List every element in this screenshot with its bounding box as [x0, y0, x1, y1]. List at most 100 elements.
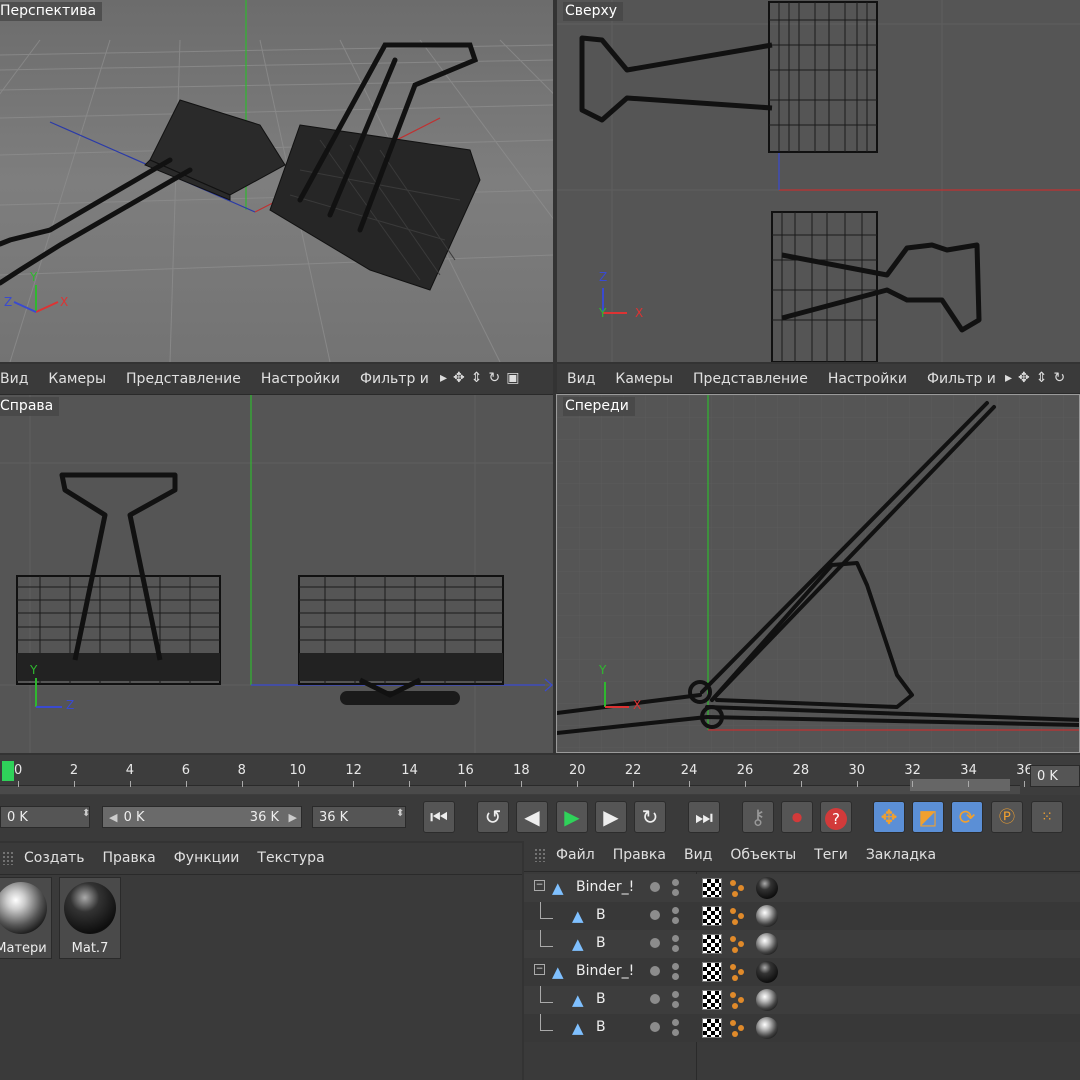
object-name[interactable]: B: [596, 907, 606, 923]
visibility-dot-icon[interactable]: [650, 882, 660, 892]
texture-tag-icon[interactable]: [702, 962, 722, 982]
material-tag-icon[interactable]: [756, 877, 778, 899]
object-name[interactable]: Binder_!: [576, 963, 634, 979]
param-tool-icon[interactable]: Ⓟ: [991, 801, 1023, 833]
editor-visibility-icon[interactable]: [672, 1019, 679, 1026]
rotate-icon[interactable]: ↻: [1054, 370, 1066, 386]
range-left-arrow-icon[interactable]: ◀: [109, 811, 117, 824]
menu-options[interactable]: Настройки: [828, 371, 907, 387]
menu-display[interactable]: Представление: [126, 371, 241, 387]
grid-dots-icon[interactable]: ⁙: [1031, 801, 1063, 833]
visibility-dot-icon[interactable]: [650, 1022, 660, 1032]
texture-tag-icon[interactable]: [702, 1018, 722, 1038]
menu-options[interactable]: Настройки: [261, 371, 340, 387]
record-button[interactable]: ⏺: [781, 801, 813, 833]
prev-key-button[interactable]: ↺: [477, 801, 509, 833]
playhead[interactable]: [2, 761, 14, 781]
menu-cameras[interactable]: Камеры: [48, 371, 106, 387]
material-tag-icon[interactable]: [756, 933, 778, 955]
stepper-icon[interactable]: ⬍: [396, 808, 404, 819]
right-viewport[interactable]: Y Z Справа: [0, 395, 553, 753]
expand-toggle-icon[interactable]: −: [534, 880, 545, 891]
menu-texture[interactable]: Текстура: [257, 850, 324, 866]
move-tool-icon[interactable]: ✥: [873, 801, 905, 833]
viewport-title[interactable]: Перспектива: [0, 2, 103, 21]
object-row[interactable]: − ▲ Binder_!: [524, 874, 1080, 902]
go-to-end-button[interactable]: ⏭: [688, 801, 720, 833]
expand-toggle-icon[interactable]: −: [534, 964, 545, 975]
menu-objects[interactable]: Объекты: [730, 847, 796, 863]
scale-tool-icon[interactable]: ◩: [912, 801, 944, 833]
rotate-tool-icon[interactable]: ⟳: [951, 801, 983, 833]
material-swatch[interactable]: Матери: [0, 877, 52, 959]
range-right-arrow-icon[interactable]: ▶: [289, 807, 297, 829]
render-visibility-icon[interactable]: [672, 889, 679, 896]
object-row[interactable]: − ▲ Binder_!: [524, 958, 1080, 986]
menu-edit[interactable]: Правка: [613, 847, 666, 863]
object-row[interactable]: ▲ B: [524, 986, 1080, 1014]
texture-tag-icon[interactable]: [702, 934, 722, 954]
editor-visibility-icon[interactable]: [672, 879, 679, 886]
render-visibility-icon[interactable]: [672, 973, 679, 980]
start-frame-field[interactable]: 0 K: [0, 806, 90, 828]
timeline-ruler[interactable]: 0 2 4 6 8 10 12 14 16 18 20 22 24 26 28 30 32 34 36 0 K: [0, 755, 1080, 795]
editor-visibility-icon[interactable]: [672, 991, 679, 998]
rotate-icon[interactable]: ↻: [489, 370, 501, 386]
object-row[interactable]: ▲ B: [524, 930, 1080, 958]
play-button[interactable]: ▶: [556, 801, 588, 833]
render-visibility-icon[interactable]: [672, 1001, 679, 1008]
keyframe-icon[interactable]: ⚷: [742, 801, 774, 833]
texture-tag-icon[interactable]: [702, 990, 722, 1010]
menu-display[interactable]: Представление: [693, 371, 808, 387]
front-viewport[interactable]: Y X Спереди: [556, 394, 1080, 753]
visibility-dot-icon[interactable]: [650, 966, 660, 976]
menu-view[interactable]: Вид: [567, 371, 595, 387]
phong-tag-icon[interactable]: [728, 990, 748, 1010]
render-visibility-icon[interactable]: [672, 917, 679, 924]
texture-tag-icon[interactable]: [702, 878, 722, 898]
editor-visibility-icon[interactable]: [672, 935, 679, 942]
go-to-start-button[interactable]: ⏮: [423, 801, 455, 833]
menu-tags[interactable]: Теги: [814, 847, 848, 863]
range-slider[interactable]: ◀ 0 K 36 K ▶: [102, 806, 302, 828]
viewport-title[interactable]: Сверху: [563, 2, 624, 21]
object-name[interactable]: B: [596, 991, 606, 1007]
play-arrow-icon[interactable]: ▸: [440, 370, 447, 386]
menu-cameras[interactable]: Камеры: [615, 371, 673, 387]
material-tag-icon[interactable]: [756, 1017, 778, 1039]
material-tag-icon[interactable]: [756, 989, 778, 1011]
visibility-dot-icon[interactable]: [650, 938, 660, 948]
menu-view[interactable]: Вид: [0, 371, 28, 387]
menu-edit[interactable]: Правка: [102, 850, 155, 866]
move-icon[interactable]: ✥: [453, 370, 465, 386]
perspective-viewport[interactable]: Y X Z Перспектива: [0, 0, 553, 362]
menu-filter[interactable]: Фильтр и: [927, 371, 996, 387]
texture-tag-icon[interactable]: [702, 906, 722, 926]
phong-tag-icon[interactable]: [728, 906, 748, 926]
end-frame-field[interactable]: 36 K: [312, 806, 406, 828]
object-row[interactable]: ▲ B: [524, 1014, 1080, 1042]
object-name[interactable]: Binder_!: [576, 879, 634, 895]
phong-tag-icon[interactable]: [728, 934, 748, 954]
phong-tag-icon[interactable]: [728, 962, 748, 982]
visibility-dot-icon[interactable]: [650, 994, 660, 1004]
render-visibility-icon[interactable]: [672, 945, 679, 952]
menu-functions[interactable]: Функции: [174, 850, 240, 866]
maximize-icon[interactable]: ▣: [506, 370, 519, 386]
panel-grip-icon[interactable]: [534, 848, 546, 862]
menu-view[interactable]: Вид: [684, 847, 712, 863]
render-visibility-icon[interactable]: [672, 1029, 679, 1036]
updown-icon[interactable]: ⇕: [471, 370, 483, 386]
play-arrow-icon[interactable]: ▸: [1005, 370, 1012, 386]
visibility-dot-icon[interactable]: [650, 910, 660, 920]
current-frame-field[interactable]: 0 K: [1030, 765, 1080, 787]
stepper-icon[interactable]: ⬍: [82, 808, 90, 819]
material-tag-icon[interactable]: [756, 905, 778, 927]
object-name[interactable]: B: [596, 935, 606, 951]
panel-grip-icon[interactable]: [2, 851, 14, 865]
viewport-title[interactable]: Справа: [0, 397, 60, 416]
material-tag-icon[interactable]: [756, 961, 778, 983]
phong-tag-icon[interactable]: [728, 1018, 748, 1038]
object-name[interactable]: B: [596, 1019, 606, 1035]
move-icon[interactable]: ✥: [1018, 370, 1030, 386]
